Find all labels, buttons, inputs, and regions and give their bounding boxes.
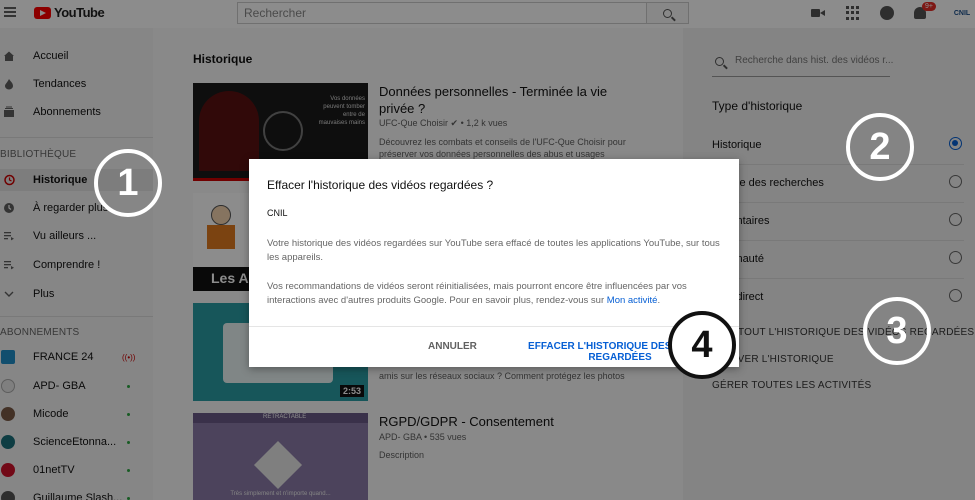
dialog-divider bbox=[249, 326, 739, 327]
callout-4: 4 bbox=[668, 311, 736, 379]
dialog-title: Effacer l'historique des vidéos regardée… bbox=[267, 178, 494, 192]
dialog-paragraph: Vos recommandations de vidéos seront réi… bbox=[267, 280, 727, 308]
dialog-paragraph-end: . bbox=[657, 295, 661, 306]
callout-3: 3 bbox=[863, 297, 931, 365]
clear-history-dialog: Effacer l'historique des vidéos regardée… bbox=[249, 159, 739, 367]
callout-2: 2 bbox=[846, 113, 914, 181]
my-activity-link[interactable]: Mon activité bbox=[607, 295, 658, 306]
dialog-account-name: CNIL bbox=[267, 208, 288, 218]
callout-1: 1 bbox=[94, 149, 162, 217]
dialog-paragraph: Votre historique des vidéos regardées su… bbox=[267, 238, 720, 263]
cancel-button[interactable]: ANNULER bbox=[428, 341, 477, 352]
